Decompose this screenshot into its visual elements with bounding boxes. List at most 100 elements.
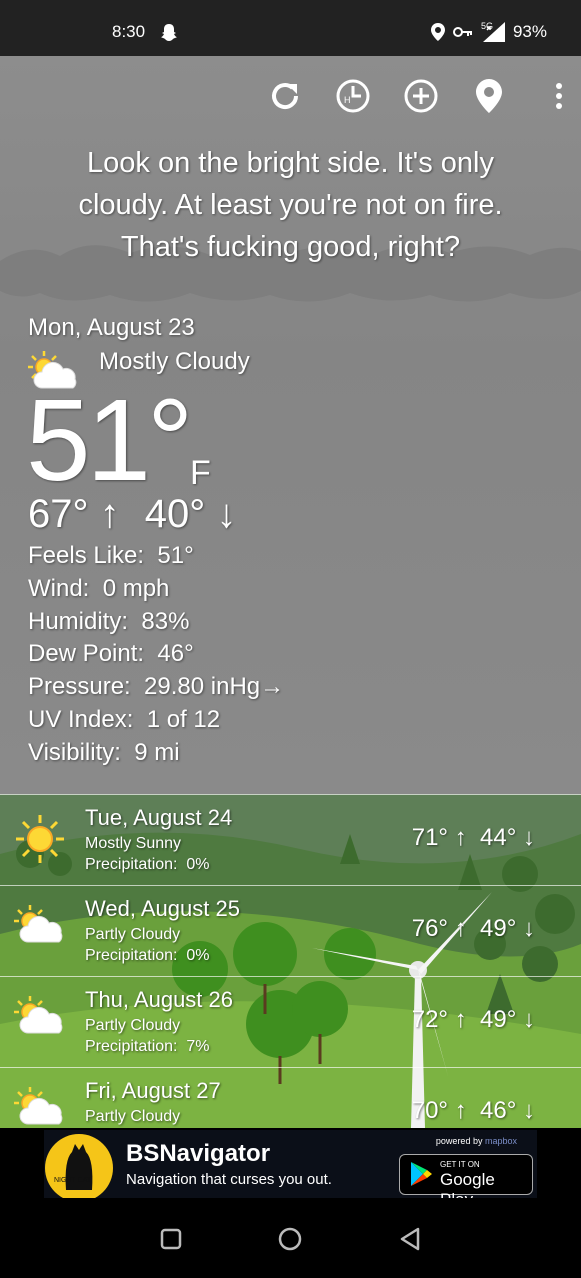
- google-play-icon: [411, 1162, 432, 1186]
- current-low: 40°: [144, 492, 206, 536]
- forecast-low: 49°: [480, 915, 517, 942]
- forecast-row[interactable]: Thu, August 26 Partly Cloudy Precipitati…: [0, 976, 581, 1067]
- forecast-row[interactable]: Tue, August 24 Mostly Sunny Precipitatio…: [0, 794, 581, 885]
- detail-label: Feels Like:: [28, 542, 145, 569]
- forecast-row[interactable]: Wed, August 25 Partly Cloudy Precipitati…: [0, 885, 581, 976]
- svg-text:H: H: [344, 95, 351, 105]
- detail-row: Feels Like: 51°: [28, 540, 284, 573]
- temperature-unit: F: [190, 454, 211, 492]
- forecast-high-low: 72° ↑ 49° ↓: [412, 1006, 535, 1034]
- forecast-condition: Partly Cloudy: [85, 1017, 181, 1034]
- down-arrow-icon: ↓: [523, 824, 535, 851]
- detail-row: UV Index: 1 of 12: [28, 704, 284, 737]
- current-condition-text: Mostly Cloudy: [99, 348, 250, 375]
- quote-line-2: cloudy. At least you're not on fire.: [78, 189, 503, 221]
- up-arrow-icon: ↑: [454, 824, 467, 851]
- back-icon: [400, 1227, 420, 1251]
- weather-app: H Look on the bright side. It's only clo…: [0, 56, 581, 1128]
- down-arrow-icon: ↓: [216, 492, 237, 536]
- system-nav-bar: [0, 1198, 581, 1278]
- status-bar: 8:30 5G 93%: [0, 0, 581, 56]
- precip-value: 0%: [186, 947, 210, 964]
- ad-banner[interactable]: NIGHT CAT BSNavigator Navigation that cu…: [44, 1130, 537, 1198]
- current-high-low: 67° ↑ 40° ↓: [28, 492, 236, 537]
- home-button[interactable]: [273, 1222, 307, 1256]
- forecast-precipitation: Precipitation: 7%: [85, 1038, 210, 1056]
- ad-logo-text: NIGHT CAT: [54, 1177, 92, 1184]
- detail-row: Wind: 0 mph: [28, 573, 284, 606]
- forecast-condition: Partly Cloudy: [85, 926, 181, 943]
- forecast-panel[interactable]: Tue, August 24 Mostly Sunny Precipitatio…: [0, 794, 581, 1128]
- status-right: 5G 93%: [430, 21, 547, 42]
- ad-subtitle: Navigation that curses you out.: [126, 1171, 332, 1188]
- vpn-key-icon: [452, 27, 472, 37]
- forecast-high: 76°: [411, 915, 449, 942]
- down-arrow-icon: ↓: [523, 1097, 535, 1124]
- forecast-date: Fri, August 27: [85, 1078, 221, 1103]
- forecast-low: 46°: [480, 1097, 517, 1124]
- partly-cloudy-icon: [14, 1087, 63, 1125]
- down-arrow-icon: ↓: [523, 915, 535, 942]
- detail-row: Visibility: 9 mi: [28, 737, 284, 770]
- quote-line-3: That's fucking good, right?: [120, 231, 461, 263]
- partly-cloudy-icon: [14, 905, 63, 943]
- detail-label: Pressure:: [28, 673, 131, 701]
- home-icon: [278, 1227, 302, 1251]
- current-details: Feels Like: 51° Wind: 0 mph Humidity: 83…: [28, 540, 284, 770]
- detail-row: Dew Point: 46°: [28, 638, 284, 671]
- forecast-high-low: 76° ↑ 49° ↓: [412, 915, 535, 943]
- powered-by-label: powered by: [435, 1136, 483, 1146]
- snapchat-ghost-icon: [161, 24, 177, 41]
- detail-value: 51°: [157, 542, 194, 569]
- location-icon: [430, 23, 445, 41]
- forecast-precipitation: Precipitation: 0%: [85, 947, 210, 965]
- detail-value: 0 mph: [102, 574, 170, 602]
- current-high: 67°: [28, 492, 89, 536]
- detail-value: 83%: [141, 607, 190, 635]
- detail-label: Humidity:: [28, 607, 129, 635]
- current-conditions: Mon, August 23 Mostly Cloudy 51° F 67° ↑…: [26, 314, 284, 766]
- status-time: 8:30: [112, 22, 146, 41]
- detail-value: 9 mi: [134, 738, 180, 766]
- precip-label: Precipitation:: [85, 1038, 178, 1055]
- forecast-high-low: 71° ↑ 44° ↓: [412, 824, 535, 852]
- location-pin-icon: [476, 79, 502, 113]
- more-options-button[interactable]: [547, 74, 571, 118]
- current-date: Mon, August 23: [28, 314, 195, 341]
- forecast-date: Tue, August 24: [85, 805, 233, 830]
- forecast-low: 49°: [480, 1006, 517, 1033]
- refresh-icon: [272, 83, 299, 110]
- night-cat-logo: NIGHT CAT: [45, 1134, 113, 1198]
- gplay-get-it-on: GET IT ON: [440, 1160, 480, 1169]
- detail-label: Dew Point:: [28, 640, 145, 668]
- location-button[interactable]: [467, 74, 511, 118]
- up-arrow-icon: ↑: [99, 492, 120, 536]
- add-location-button[interactable]: [399, 74, 443, 118]
- detail-row: Pressure: 29.80 inHg→: [28, 671, 284, 704]
- mapbox-brand: mapbox: [484, 1136, 517, 1146]
- precip-label: Precipitation:: [85, 856, 178, 873]
- down-arrow-icon: ↓: [523, 1006, 535, 1033]
- ad-powered-by: powered by mapbox: [436, 1136, 517, 1146]
- detail-label: UV Index:: [28, 705, 134, 733]
- weather-quote: Look on the bright side. It's only cloud…: [40, 142, 541, 268]
- add-location-icon: [404, 79, 438, 113]
- forecast-condition: Partly Cloudy: [85, 1108, 181, 1125]
- up-arrow-icon: ↑: [454, 1097, 467, 1124]
- ad-title: BSNavigator: [126, 1140, 271, 1167]
- forecast-precipitation: Precipitation: 0%: [85, 856, 210, 874]
- forecast-row[interactable]: Fri, August 27 Partly Cloudy 70° ↑ 46° ↓: [0, 1067, 581, 1128]
- detail-label: Visibility:: [28, 738, 121, 766]
- current-temperature: 51°: [26, 375, 193, 505]
- battery-percent: 93%: [512, 22, 547, 41]
- back-button[interactable]: [393, 1222, 427, 1256]
- forecast-date: Wed, August 25: [85, 896, 240, 921]
- forecast-high: 71°: [411, 824, 449, 851]
- forecast-low: 44°: [480, 824, 517, 851]
- google-play-badge[interactable]: GET IT ON Google Play: [399, 1154, 533, 1198]
- detail-value: 46°: [157, 640, 194, 668]
- refresh-button[interactable]: [263, 74, 307, 118]
- recent-apps-button[interactable]: [154, 1222, 188, 1256]
- hourly-button[interactable]: H: [331, 74, 375, 118]
- partly-cloudy-icon: [14, 996, 63, 1034]
